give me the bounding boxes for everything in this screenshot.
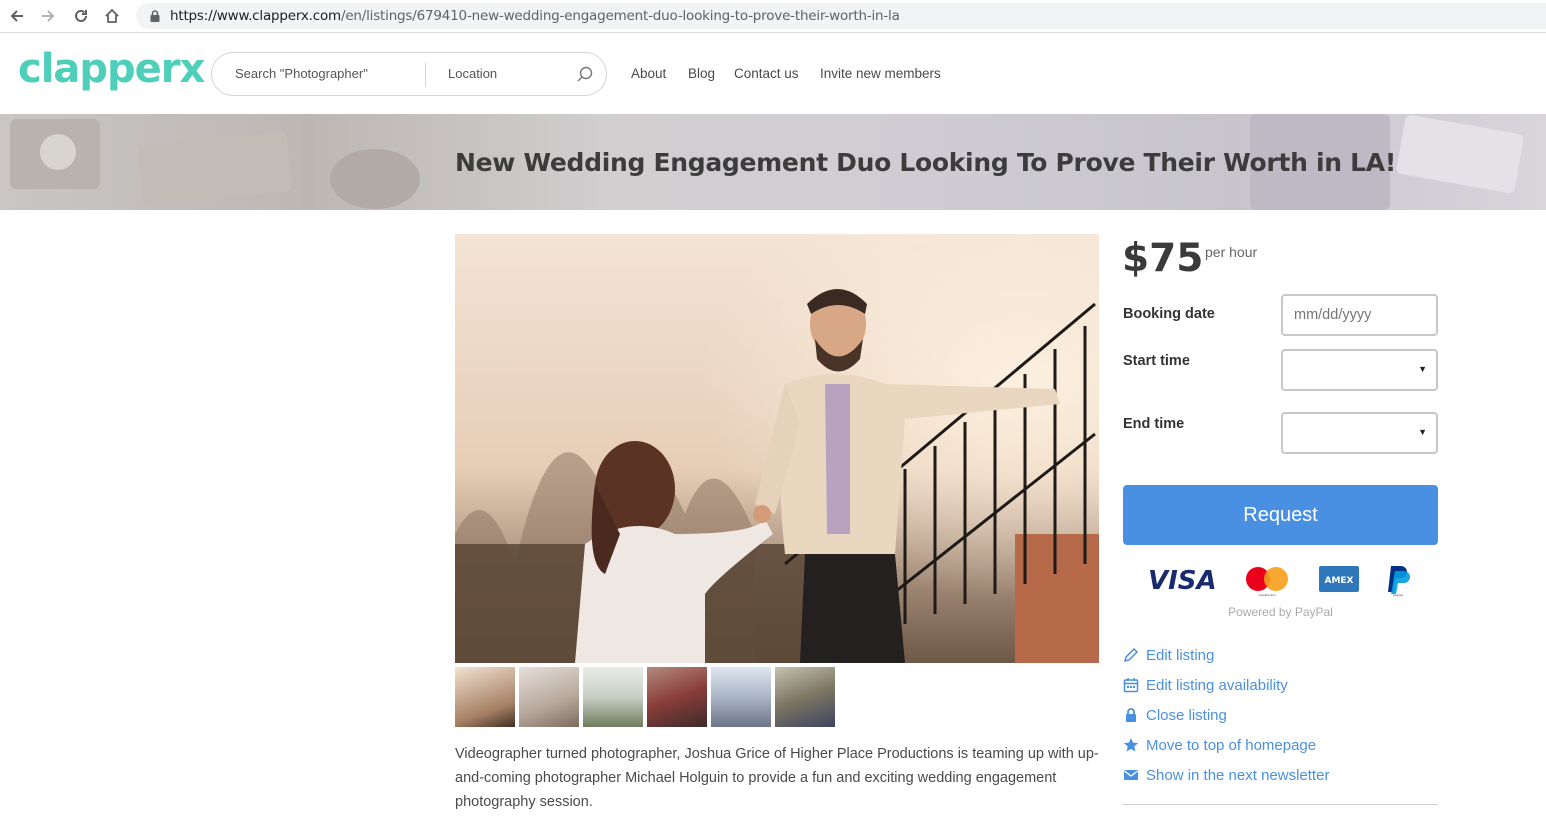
price-unit: per hour <box>1205 244 1258 260</box>
url-host: https://www.clapperx.com <box>170 8 341 24</box>
svg-text:mastercard: mastercard <box>1258 593 1275 597</box>
calendar-icon <box>1123 678 1139 693</box>
search-input[interactable]: Search "Photographer" <box>235 66 368 81</box>
svg-text:AMEX: AMEX <box>1324 576 1353 586</box>
reload-icon <box>75 9 87 22</box>
panel-divider <box>1123 804 1438 805</box>
couple-photo-illustration <box>455 234 1099 663</box>
banner-ring-shape <box>330 149 420 209</box>
start-time-label: Start time <box>1123 353 1190 369</box>
thumbnail-2[interactable] <box>519 667 579 727</box>
lock-icon <box>1126 708 1136 722</box>
amex-logo: AMEX <box>1319 566 1359 592</box>
banner-paper-shape <box>1395 114 1525 194</box>
edit-listing-link[interactable]: Edit listing <box>1123 644 1214 666</box>
listing-banner: New Wedding Engagement Duo Looking To Pr… <box>0 114 1546 210</box>
search-icon[interactable] <box>576 65 594 83</box>
search-bar: Search "Photographer" Location <box>211 52 607 96</box>
envelope-icon <box>1124 770 1138 780</box>
thumbnail-1[interactable] <box>455 667 515 727</box>
search-divider <box>425 63 426 87</box>
location-input[interactable]: Location <box>448 66 497 81</box>
home-icon <box>105 8 119 23</box>
nav-about[interactable]: About <box>631 66 666 81</box>
edit-availability-link[interactable]: Edit listing availability <box>1123 674 1288 696</box>
address-bar[interactable]: https://www.clapperx.com/en/listings/679… <box>136 3 1546 29</box>
paypal-logo: paypal <box>1388 566 1410 597</box>
nav-invite-members[interactable]: Invite new members <box>820 66 941 81</box>
forward-button[interactable] <box>35 4 61 28</box>
reload-button[interactable] <box>68 4 94 28</box>
start-time-select[interactable]: ▼ <box>1281 349 1438 391</box>
listing-title: New Wedding Engagement Duo Looking To Pr… <box>455 148 1396 177</box>
svg-text:paypal: paypal <box>1393 593 1403 597</box>
nav-blog[interactable]: Blog <box>688 66 715 81</box>
close-listing-label: Close listing <box>1146 706 1227 724</box>
thumbnail-6[interactable] <box>775 667 835 727</box>
thumbnail-4[interactable] <box>647 667 707 727</box>
arrow-left-icon <box>10 10 23 22</box>
url-path: /en/listings/679410-new-wedding-engageme… <box>340 8 900 24</box>
request-button[interactable]: Request <box>1123 485 1438 545</box>
booking-date-label: Booking date <box>1123 306 1215 322</box>
end-time-label: End time <box>1123 416 1185 432</box>
close-listing-link[interactable]: Close listing <box>1123 704 1227 726</box>
arrow-right-icon <box>42 10 55 22</box>
powered-by-paypal: Powered by PayPal <box>1228 605 1333 619</box>
thumbnail-5[interactable] <box>711 667 771 727</box>
booking-date-input[interactable] <box>1281 294 1438 336</box>
pencil-icon <box>1123 647 1139 663</box>
price-amount: $75 <box>1122 236 1204 281</box>
home-button[interactable] <box>99 4 125 28</box>
back-button[interactable] <box>4 4 30 28</box>
site-header: clapperx Search "Photographer" Location … <box>0 34 1546 114</box>
move-to-top-link[interactable]: Move to top of homepage <box>1123 734 1316 756</box>
move-to-top-label: Move to top of homepage <box>1146 736 1317 754</box>
photo-thumbnails <box>455 667 835 727</box>
banner-lens-shape <box>40 134 76 170</box>
clapperx-logo[interactable]: clapperx <box>18 46 205 92</box>
lock-icon <box>150 10 160 22</box>
browser-toolbar: https://www.clapperx.com/en/listings/679… <box>0 0 1546 33</box>
listing-description: Videographer turned photographer, Joshua… <box>455 746 1099 810</box>
visa-logo: VISA <box>1148 566 1217 596</box>
payment-logos: VISA mastercard AMEX paypal <box>1148 563 1418 597</box>
thumbnail-3[interactable] <box>583 667 643 727</box>
banner-card-shape <box>137 131 293 207</box>
edit-availability-label: Edit listing availability <box>1146 676 1288 694</box>
end-time-select[interactable]: ▼ <box>1281 412 1438 454</box>
mastercard-logo: mastercard <box>1246 567 1288 597</box>
caret-down-icon: ▼ <box>1418 427 1427 437</box>
listing-main-photo[interactable] <box>455 234 1099 663</box>
nav-contact-us[interactable]: Contact us <box>734 66 799 81</box>
newsletter-label: Show in the next newsletter <box>1146 766 1330 784</box>
caret-down-icon: ▼ <box>1418 364 1427 374</box>
newsletter-link[interactable]: Show in the next newsletter <box>1123 764 1329 786</box>
star-icon <box>1123 738 1139 752</box>
edit-listing-label: Edit listing <box>1146 646 1215 664</box>
